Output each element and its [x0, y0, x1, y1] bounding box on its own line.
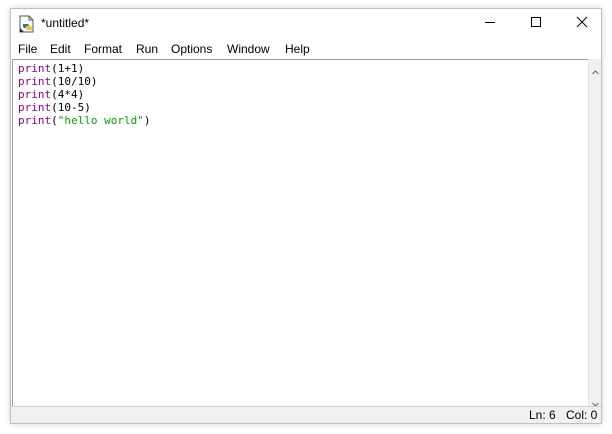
- code-paren-open: (: [51, 101, 58, 114]
- code-line-4: print(10-5): [18, 101, 91, 114]
- menu-bar: File Edit Format Run Options Window Help: [11, 39, 601, 59]
- maximize-icon: [530, 15, 542, 33]
- vertical-scrollbar[interactable]: [588, 59, 601, 407]
- code-keyword: print: [18, 101, 52, 114]
- status-column-number: Col: 0: [566, 408, 598, 422]
- code-paren-open: (: [51, 114, 58, 127]
- code-line-2: print(10/10): [18, 75, 98, 88]
- code-paren-close: ): [143, 114, 151, 127]
- menu-options[interactable]: Options: [171, 42, 212, 56]
- idle-python-file-icon: [19, 15, 35, 33]
- menu-help[interactable]: Help: [285, 42, 310, 56]
- title-bar[interactable]: *untitled*: [11, 9, 601, 39]
- status-bar: Ln: 6 Col: 0: [11, 406, 601, 423]
- code-literal: 10-5: [57, 101, 85, 114]
- scroll-up-arrow-icon[interactable]: [592, 63, 599, 75]
- code-literal: 1+1: [57, 62, 78, 75]
- code-literal: 10/10: [57, 75, 91, 88]
- code-string: "hello world": [57, 114, 144, 127]
- scroll-down-arrow-icon[interactable]: [592, 395, 599, 407]
- status-line-number: Ln: 6: [529, 408, 556, 422]
- code-paren-close: ): [90, 75, 98, 88]
- menu-file[interactable]: File: [18, 42, 37, 56]
- code-paren-close: ): [84, 101, 91, 114]
- code-paren-open: (: [51, 88, 58, 101]
- menu-edit[interactable]: Edit: [50, 42, 71, 56]
- idle-editor-window: *untitled* File Edit Format Run Options: [10, 8, 602, 424]
- menu-run[interactable]: Run: [136, 42, 158, 56]
- code-line-1: print(1+1): [18, 62, 84, 75]
- code-keyword: print: [18, 62, 52, 75]
- minimize-button[interactable]: [467, 9, 513, 39]
- menu-format[interactable]: Format: [84, 42, 122, 56]
- menu-window[interactable]: Window: [227, 42, 270, 56]
- code-line-3: print(4*4): [18, 88, 84, 101]
- code-keyword: print: [18, 114, 52, 127]
- code-paren-close: ): [77, 62, 85, 75]
- code-literal: 4*4: [57, 88, 78, 101]
- code-keyword: print: [18, 75, 52, 88]
- maximize-button[interactable]: [513, 9, 559, 39]
- close-button[interactable]: [559, 9, 605, 39]
- code-paren-close: ): [77, 88, 85, 101]
- code-line-5: print("hello world"): [18, 114, 150, 127]
- code-editor[interactable]: print(1+1) print(10/10) print(4*4) print…: [12, 59, 588, 406]
- code-paren-open: (: [51, 75, 58, 88]
- code-paren-open: (: [51, 62, 58, 75]
- close-icon: [576, 15, 588, 33]
- code-keyword: print: [18, 88, 52, 101]
- minimize-icon: [484, 15, 496, 33]
- window-title: *untitled*: [41, 16, 90, 30]
